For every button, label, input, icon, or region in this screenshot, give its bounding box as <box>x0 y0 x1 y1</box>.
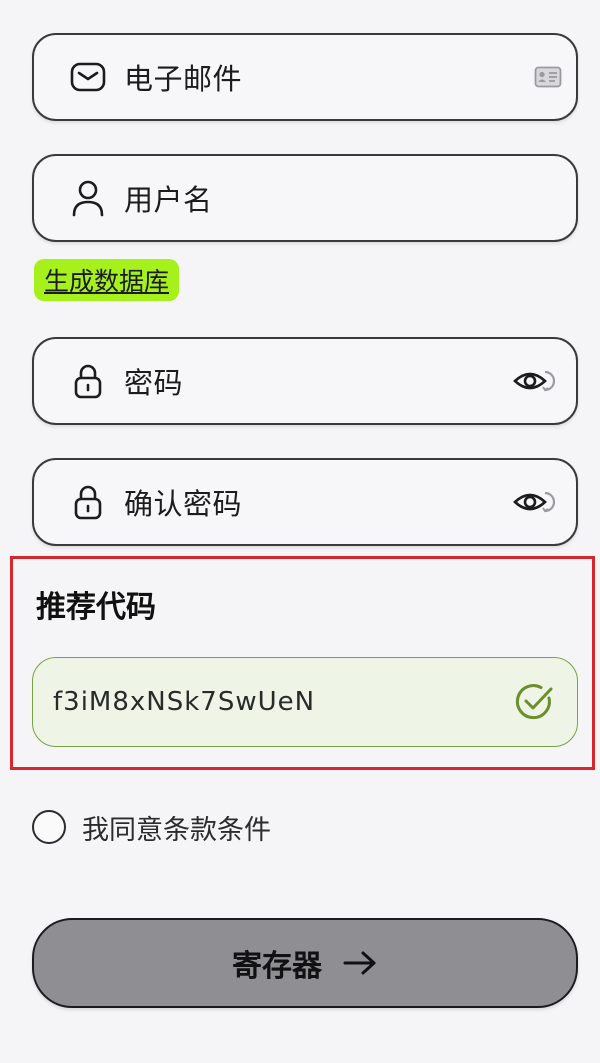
email-placeholder: 电子邮件 <box>124 62 243 96</box>
generate-database-link[interactable]: 生成数据库 <box>34 259 180 301</box>
terms-label: 我同意条款条件 <box>82 814 271 846</box>
contact-card-icon[interactable] <box>534 66 562 88</box>
register-button[interactable]: 寄存器 <box>32 918 578 1008</box>
username-placeholder: 用户名 <box>124 183 213 217</box>
eye-icon[interactable] <box>512 365 562 397</box>
terms-checkbox[interactable] <box>32 810 66 844</box>
check-circle-icon <box>513 681 555 723</box>
register-button-label: 寄存器 <box>232 949 322 984</box>
referral-code-field[interactable]: f3iM8xNSk7SwUeN <box>32 657 578 747</box>
mail-icon <box>68 57 108 97</box>
password-placeholder: 密码 <box>124 366 184 400</box>
referral-code-value: f3iM8xNSk7SwUeN <box>53 687 316 717</box>
lock-icon <box>68 482 108 522</box>
arrow-right-icon <box>342 950 378 976</box>
confirm-password-field[interactable]: 确认密码 <box>32 458 578 546</box>
lock-icon <box>68 361 108 401</box>
referral-code-title: 推荐代码 <box>36 590 156 625</box>
email-field[interactable]: 电子邮件 <box>32 33 578 121</box>
user-icon <box>68 178 108 218</box>
terms-row[interactable]: 我同意条款条件 <box>32 807 271 847</box>
confirm-password-placeholder: 确认密码 <box>124 487 243 521</box>
password-field[interactable]: 密码 <box>32 337 578 425</box>
eye-icon[interactable] <box>512 486 562 518</box>
username-field[interactable]: 用户名 <box>32 154 578 242</box>
